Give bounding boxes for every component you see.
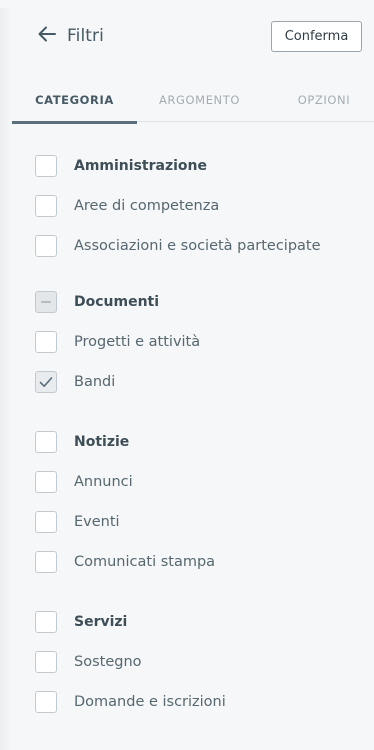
category-item-sostegno[interactable]: Sostegno [35,651,142,673]
minus-icon [41,301,51,303]
category-group-amministrazione[interactable]: Amministrazione [35,155,207,177]
filter-tabs: CATEGORIA ARGOMENTO OPZIONI [12,78,374,124]
category-item-annunci[interactable]: Annunci [35,471,133,493]
category-label: Annunci [74,474,133,490]
confirm-button[interactable]: Conferma [271,21,362,52]
checkbox[interactable] [35,551,57,573]
category-group-documenti[interactable]: Documenti [35,291,159,313]
category-label: Notizie [74,434,130,450]
checkbox[interactable] [35,511,57,533]
category-label: Eventi [74,514,120,530]
checkbox[interactable] [35,331,57,353]
category-item-aree-di-competenza[interactable]: Aree di competenza [35,195,219,217]
checkbox[interactable] [35,155,57,177]
tab-opzioni[interactable]: OPZIONI [272,78,374,122]
checkbox[interactable] [35,651,57,673]
check-icon [39,377,53,387]
arrow-left-icon [36,23,58,49]
back-button[interactable]: Filtri [36,24,104,48]
checkbox[interactable] [35,431,57,453]
category-label: Bandi [74,374,116,390]
tab-argomento[interactable]: ARGOMENTO [137,78,262,122]
category-item-eventi[interactable]: Eventi [35,511,120,533]
checkbox[interactable] [35,471,57,493]
category-item-associazioni[interactable]: Associazioni e società partecipate [35,235,321,257]
category-item-bandi[interactable]: Bandi [35,371,115,393]
checkbox[interactable] [35,195,57,217]
category-label: Documenti [74,294,160,310]
category-label: Progetti e attività [74,334,201,350]
category-group-servizi[interactable]: Servizi [35,611,127,633]
category-label: Comunicati stampa [74,554,216,570]
checkbox-indeterminate[interactable] [35,291,57,313]
category-group-notizie[interactable]: Notizie [35,431,129,453]
category-label: Sostegno [74,654,142,670]
filter-header: Filtri Conferma [0,0,374,78]
category-item-comunicati-stampa[interactable]: Comunicati stampa [35,551,215,573]
checkbox[interactable] [35,235,57,257]
filter-panel: Filtri Conferma CATEGORIA ARGOMENTO OPZI… [0,0,374,750]
category-item-progetti[interactable]: Progetti e attività [35,331,200,353]
category-item-domande-e-iscrizioni[interactable]: Domande e iscrizioni [35,691,226,713]
category-label: Amministrazione [74,158,207,174]
tab-categoria[interactable]: CATEGORIA [12,78,137,124]
category-label: Associazioni e società partecipate [74,238,321,254]
page-title: Filtri [67,26,104,46]
checkbox-checked[interactable] [35,371,57,393]
category-label: Aree di competenza [74,198,220,214]
category-label: Servizi [74,614,128,630]
checkbox[interactable] [35,611,57,633]
checkbox[interactable] [35,691,57,713]
category-label: Domande e iscrizioni [74,694,226,710]
